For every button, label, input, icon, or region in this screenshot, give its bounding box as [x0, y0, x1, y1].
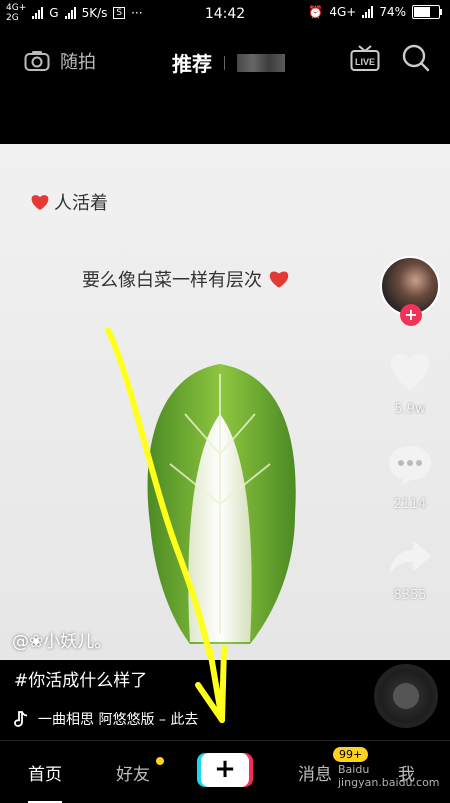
music-title: 一曲相思 阿悠悠版 – 此去 — [38, 712, 199, 728]
battery-percent: 74% — [379, 5, 406, 19]
more-dots: ··· — [131, 6, 143, 20]
post-description[interactable]: #你活成什么样了 — [14, 666, 147, 691]
alarm-icon: ⏰ — [308, 5, 324, 19]
nav-friends[interactable]: 好友 — [116, 760, 150, 785]
friends-dot — [156, 757, 164, 765]
network-type-right: 4G+ — [329, 5, 357, 19]
battery-icon — [412, 5, 442, 19]
messages-badge: 99+ — [333, 747, 369, 762]
signal-icon — [32, 7, 44, 19]
tiktok-note-icon — [14, 711, 28, 727]
comment-count: 2114 — [393, 497, 427, 512]
clock: 14:42 — [204, 6, 246, 22]
share-arrow-icon — [389, 540, 431, 576]
search-icon[interactable] — [402, 44, 430, 72]
live-tv-icon[interactable]: LIVE — [350, 44, 380, 72]
music-info[interactable]: 一曲相思 阿悠悠版 – 此去 — [14, 709, 198, 729]
comment-button[interactable]: 2114 — [380, 443, 440, 512]
author-avatar[interactable]: + — [380, 256, 440, 326]
author-name[interactable]: @❀小妖儿。 — [12, 627, 111, 652]
camera-button[interactable]: 随拍 — [24, 48, 96, 74]
top-bar: 随拍 推荐 LIVE — [0, 30, 450, 94]
top-right-icons: LIVE — [350, 44, 430, 72]
sim-icon: S — [113, 7, 126, 19]
share-button[interactable]: 8355 — [380, 538, 440, 603]
network-type-bottom: 2G — [6, 13, 19, 23]
follow-plus-icon[interactable]: + — [400, 304, 422, 326]
comment-icon — [389, 446, 431, 486]
tab-recommend[interactable]: 推荐 — [172, 48, 285, 77]
like-button[interactable]: 5.9w — [380, 350, 440, 417]
status-bar: 4G+ 2G G 5K/s S ··· 14:42 ⏰ 4G+ 74% — [0, 0, 450, 30]
heart-icon — [390, 353, 430, 390]
tab-recommend-label: 推荐 — [172, 52, 212, 76]
side-actions: + 5.9w 2114 8355 — [380, 256, 440, 603]
blurred-tab[interactable] — [237, 53, 285, 72]
network-type-top: 4G+ — [6, 3, 27, 13]
share-count: 8355 — [393, 588, 427, 603]
network-indicator: 4G+ 2G — [6, 3, 26, 23]
network-speed: 5K/s — [81, 6, 108, 20]
camera-icon — [24, 51, 50, 71]
video-top-margin — [0, 94, 450, 144]
signal-icon-2 — [64, 7, 76, 19]
svg-text:LIVE: LIVE — [355, 57, 375, 67]
nav-messages[interactable]: 消息 — [298, 760, 332, 785]
add-post-button[interactable]: + — [201, 753, 249, 787]
network-g-label: G — [49, 6, 59, 20]
bottom-nav: 首页 好友 + 消息 99+ 我 Baidu jingyan.baidu.com — [0, 740, 450, 803]
watermark: Baidu jingyan.baidu.com — [338, 763, 440, 789]
like-count: 5.9w — [394, 402, 426, 417]
status-right: ⏰ 4G+ 74% — [308, 5, 442, 19]
status-left: 4G+ 2G G 5K/s S ··· — [6, 3, 143, 23]
camera-label: 随拍 — [60, 52, 96, 73]
tab-divider — [224, 55, 225, 70]
music-disc[interactable] — [374, 664, 438, 728]
signal-icon-3 — [362, 6, 374, 18]
battery-fill — [414, 7, 431, 17]
nav-home[interactable]: 首页 — [28, 760, 62, 803]
